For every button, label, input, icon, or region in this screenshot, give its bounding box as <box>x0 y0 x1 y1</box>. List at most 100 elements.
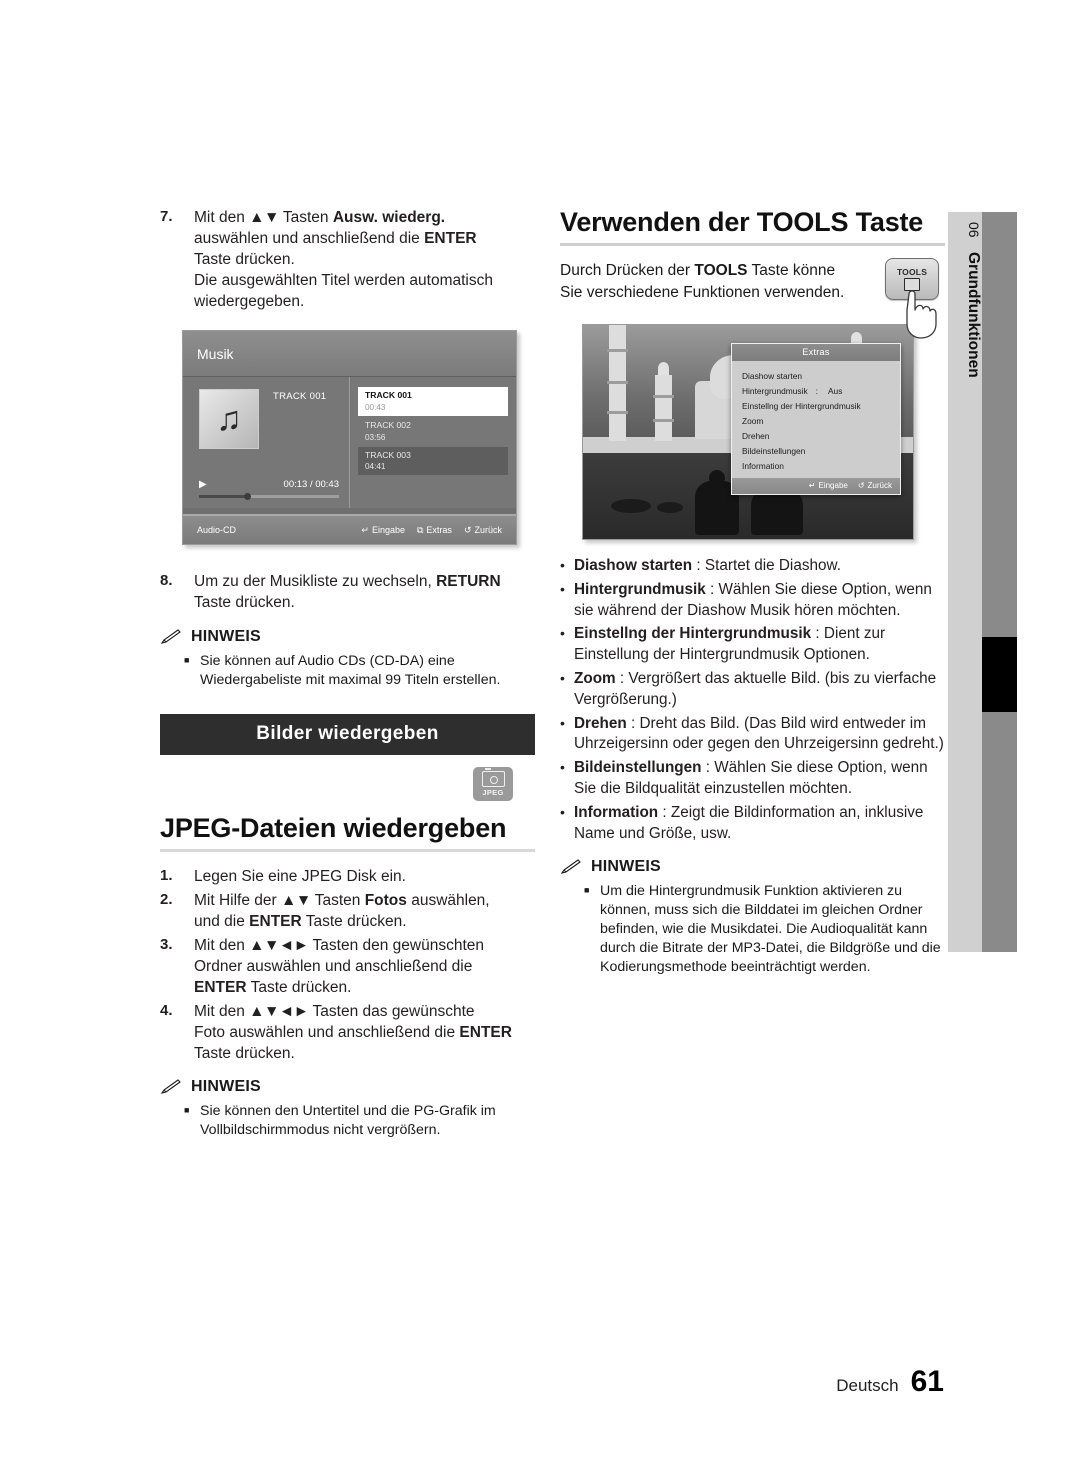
music-note-icon: ♫ <box>216 400 242 439</box>
menu-item-label: Diashow starten <box>742 370 803 381</box>
bullet-icon: • <box>560 759 565 776</box>
key-hint-label: Eingabe <box>818 481 848 490</box>
key-hint-eingabe[interactable]: ↵ Eingabe <box>361 525 405 536</box>
step-text: Um zu der Musikliste zu wechseln, RETURN… <box>194 571 535 613</box>
updown-arrows-icon: ▲▼ <box>249 209 279 226</box>
track-list-item[interactable]: TRACK 001 00:43 <box>358 387 508 417</box>
jpeg-format-badge: JPEG <box>473 766 513 801</box>
option-information: • Information : Zeigt die Bildinformatio… <box>560 803 945 845</box>
key-hint-eingabe[interactable]: ↵ Eingabe <box>809 481 848 490</box>
section-intro: Durch Drücken der TOOLS Taste könne Sie … <box>560 260 865 304</box>
person-silhouette <box>751 478 803 535</box>
step3-pre: Mit den <box>194 936 250 954</box>
return-icon: ↺ <box>857 481 865 490</box>
step2-post: auswählen, <box>406 891 490 909</box>
menu-item-bildeinstellungen[interactable]: Bildeinstellungen <box>742 443 900 458</box>
option-name: Diashow starten <box>574 557 693 574</box>
step-number: 3. <box>160 935 173 953</box>
chapter-name: Grundfunktionen <box>965 251 982 378</box>
manual-page: 7. Mit den ▲▼ Tasten Ausw. wiederg. ausw… <box>0 0 1080 1477</box>
now-playing-title: TRACK 001 <box>273 391 327 403</box>
intro-pre: Durch Drücken der <box>560 262 695 279</box>
key-hint-label: Eingabe <box>371 525 405 536</box>
play-icon[interactable]: ▶ <box>199 479 207 490</box>
page-title: JPEG-Dateien wiedergeben <box>160 812 507 843</box>
step7-line1-pre: Mit den <box>194 209 250 226</box>
track-list-item[interactable]: TRACK 002 03:56 <box>358 417 508 446</box>
tools-key-illustration: TOOLS <box>885 258 955 353</box>
photo-viewer-screenshot: Extras Diashow starten Hintergrundmusik … <box>582 324 914 540</box>
option-sep: : <box>692 557 705 574</box>
option-einstellng-der-hintergrundmusik: • Einstellng der Hintergrundmusik : Dien… <box>560 624 945 666</box>
updown-arrows-icon: ▲▼ <box>281 891 311 909</box>
step-number: 1. <box>160 866 173 884</box>
extras-menu[interactable]: Extras Diashow starten Hintergrundmusik … <box>731 343 901 495</box>
extras-menu-title: Extras <box>732 344 900 361</box>
return-key-label: RETURN <box>436 573 501 591</box>
option-desc: Startet die Diashow. <box>704 557 841 574</box>
key-hint-label: Zurück <box>867 481 892 490</box>
return-icon: ↺ <box>463 524 472 535</box>
option-diashow-starten: • Diashow starten : Startet die Diashow. <box>560 556 945 577</box>
pencil-icon <box>160 1079 181 1095</box>
step7-line1-bold: Ausw. wiederg. <box>332 209 446 226</box>
format-badge-row: JPEG <box>160 766 535 801</box>
enter-key-label: ENTER <box>424 230 477 248</box>
step-item-2: 2. Mit Hilfe der ▲▼ Tasten Fotos auswähl… <box>160 890 535 932</box>
step7-line2-pre: auswählen und anschließend die <box>194 230 425 248</box>
menu-item-colon: : <box>815 385 818 396</box>
dpad-arrows-icon: ▲▼◄► <box>249 936 309 954</box>
option-sep: : <box>615 669 629 687</box>
step2-line2-pre: und die <box>194 912 250 930</box>
step-text: Mit den ▲▼◄► Tasten das gewünschte Foto … <box>194 1001 535 1064</box>
tools-icon: ⧉ <box>416 524 424 535</box>
option-name: Einstellng der Hintergrundmusik <box>574 625 812 643</box>
option-zoom: • Zoom : Vergrößert das aktuelle Bild. (… <box>560 669 945 711</box>
key-hint-zurueck[interactable]: ↺ Zurück <box>858 481 892 490</box>
language-label: Deutsch <box>836 1376 899 1395</box>
track-list-item[interactable]: TRACK 003 04:41 <box>358 446 508 476</box>
track-name: TRACK 001 <box>365 390 412 401</box>
step7-line1-mid: Tasten <box>278 209 333 226</box>
tab-dark-band <box>982 212 1017 952</box>
track-duration: 00:43 <box>365 402 386 412</box>
page-footer: Deutsch 61 <box>836 1365 944 1399</box>
bullet-square-icon: ■ <box>184 654 190 665</box>
chapter-index-tab: 06 Grundfunktionen <box>948 212 1017 952</box>
option-name: Zoom <box>574 669 616 687</box>
step-item-4: 4. Mit den ▲▼◄► Tasten das gewünschte Fo… <box>160 1001 535 1064</box>
progress-handle[interactable] <box>243 493 251 501</box>
menu-item-zoom[interactable]: Zoom <box>742 413 900 428</box>
option-sep: : <box>705 580 719 598</box>
section-divider <box>560 243 945 246</box>
jpeg-badge-label: JPEG <box>482 787 504 797</box>
music-screen-title: Musik <box>183 331 516 378</box>
bullet-icon: • <box>560 714 565 731</box>
transport-controls: ▶ 00:13 / 00:43 <box>199 479 339 501</box>
track-list[interactable]: TRACK 001 00:43 TRACK 002 03:56 TRACK 00… <box>350 377 516 508</box>
menu-item-drehen[interactable]: Drehen <box>742 428 900 443</box>
key-hint-extras[interactable]: ⧉ Extras <box>417 525 452 536</box>
camera-icon <box>481 768 505 787</box>
key-hint-zurueck[interactable]: ↺ Zurück <box>464 525 502 536</box>
fotos-menu-label: Fotos <box>364 891 407 909</box>
note-label: HINWEIS <box>191 1078 261 1096</box>
step7-line3: Taste drücken. <box>194 251 295 269</box>
step-item-8: 8. Um zu der Musikliste zu wechseln, RET… <box>160 571 535 613</box>
menu-item-diashow-starten[interactable]: Diashow starten <box>742 368 900 383</box>
pencil-icon <box>560 859 581 875</box>
menu-item-hintergrundmusik[interactable]: Hintergrundmusik : Aus <box>742 383 900 398</box>
menu-item-information[interactable]: Information <box>742 458 900 473</box>
menu-item-label: Einstellng der Hintergrundmusik <box>742 400 861 411</box>
step4-mid: Tasten das gewünschte <box>308 1003 475 1021</box>
progress-bar[interactable] <box>199 493 339 501</box>
option-sep: : <box>701 759 715 777</box>
menu-item-label: Zoom <box>742 415 764 426</box>
option-sep: : <box>626 714 640 732</box>
track-duration: 03:56 <box>365 432 386 442</box>
step2-mid: Tasten <box>310 891 365 909</box>
menu-item-label: Bildeinstellungen <box>742 445 806 456</box>
step7-line5: wiedergegeben. <box>194 293 305 311</box>
menu-item-einstellng-der-hintergrundmusik[interactable]: Einstellng der Hintergrundmusik <box>742 398 900 413</box>
enter-icon: ↵ <box>361 524 369 535</box>
